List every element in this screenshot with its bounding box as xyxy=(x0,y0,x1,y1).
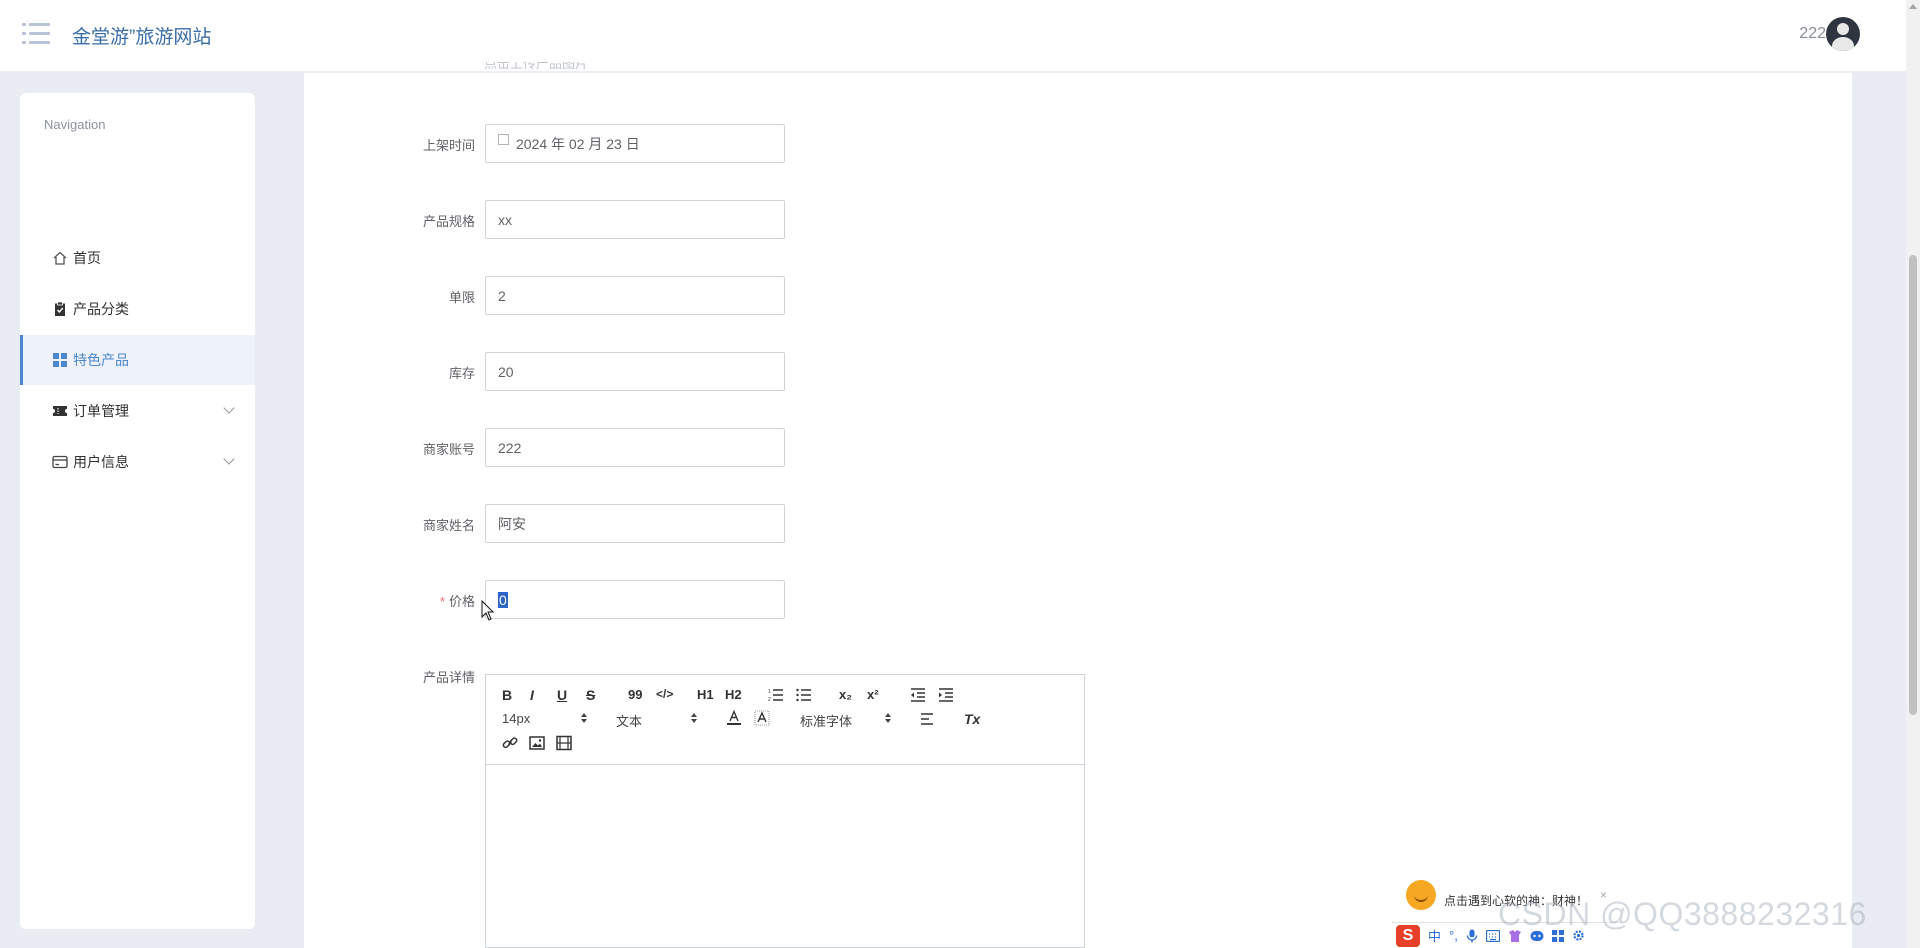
sidebar-item-category[interactable]: 产品分类 xyxy=(20,284,255,334)
outdent-icon[interactable] xyxy=(910,688,926,702)
ticket-icon xyxy=(52,403,68,419)
label-stock: 库存 xyxy=(448,366,475,381)
chevron-down-icon xyxy=(223,402,235,414)
select-arrows-icon xyxy=(885,713,891,723)
page-scrollbar[interactable] xyxy=(1906,0,1920,948)
calendar-icon xyxy=(498,134,509,145)
chevron-down-icon xyxy=(223,453,235,465)
mouse-cursor-icon xyxy=(481,600,495,621)
video-icon[interactable] xyxy=(556,735,572,751)
sogou-logo-icon[interactable]: S xyxy=(1396,924,1420,947)
spec-input[interactable]: xx xyxy=(485,200,785,239)
text-color-icon[interactable] xyxy=(726,710,742,726)
label-price-text: 价格 xyxy=(448,594,475,609)
sidebar: Navigation 首页 产品分类 特色产品 订单管理 用户信息 xyxy=(20,93,255,929)
image-icon[interactable] xyxy=(529,735,545,751)
grid-icon xyxy=(52,352,68,368)
sidebar-item-orders[interactable]: 订单管理 xyxy=(20,386,255,436)
price-value: 0 xyxy=(498,591,508,608)
label-limit: 单限 xyxy=(448,290,475,305)
sidebar-item-label: 特色产品 xyxy=(73,352,129,368)
svg-text:1: 1 xyxy=(768,689,771,695)
scrollbar-thumb[interactable] xyxy=(1909,255,1917,715)
stock-value: 20 xyxy=(498,363,514,380)
scroll-up-icon[interactable] xyxy=(1909,4,1917,9)
microphone-icon[interactable] xyxy=(1466,929,1478,943)
merchant-name-input[interactable]: 阿安 xyxy=(485,504,785,543)
avatar[interactable] xyxy=(1826,17,1860,51)
select-arrows-icon xyxy=(691,713,697,723)
sidebar-item-featured[interactable]: 特色产品 xyxy=(20,335,255,385)
listing-date-input[interactable]: 2024 年 02 月 23 日 xyxy=(485,124,785,163)
subscript-button[interactable]: x₂ xyxy=(839,687,852,702)
home-icon xyxy=(52,250,68,266)
clear-format-button[interactable]: Tx xyxy=(964,711,980,727)
card-icon xyxy=(52,454,68,470)
rich-text-editor: B I U S 99 </> H1 H2 12 x₂ x² 14px 文本 标准… xyxy=(485,674,1085,948)
sidebar-item-label: 产品分类 xyxy=(73,301,129,317)
merchant-account-value: 222 xyxy=(498,439,522,456)
limit-value: 2 xyxy=(498,287,506,304)
merchant-name-value: 阿安 xyxy=(498,515,526,532)
bullet-list-icon[interactable] xyxy=(796,688,812,702)
bold-button[interactable]: B xyxy=(502,687,512,703)
watermark: CSDN @QQ3888232316 xyxy=(1498,896,1867,932)
sidebar-item-home[interactable]: 首页 xyxy=(20,233,255,283)
nav-heading: Navigation xyxy=(44,117,106,132)
italic-button[interactable]: I xyxy=(530,687,534,703)
indent-icon[interactable] xyxy=(938,688,954,702)
link-icon[interactable] xyxy=(502,735,518,751)
font-size-select[interactable]: 14px xyxy=(502,711,530,726)
background-color-icon[interactable] xyxy=(754,710,770,726)
user-name[interactable]: 222 xyxy=(1799,25,1826,43)
select-arrows-icon xyxy=(581,713,587,723)
label-spec: 产品规格 xyxy=(422,214,475,229)
label-detail: 产品详情 xyxy=(422,670,475,685)
limit-input[interactable]: 2 xyxy=(485,276,785,315)
ordered-list-icon[interactable]: 12 xyxy=(768,688,784,702)
blockquote-button[interactable]: 99 xyxy=(628,687,642,702)
ime-language-toggle[interactable]: 中 xyxy=(1428,926,1441,945)
svg-text:2: 2 xyxy=(768,697,771,702)
top-header: 金堂游”旅游网站 222 xyxy=(0,0,1906,72)
upload-hint-text: 点击上传产品图片 xyxy=(484,62,589,70)
app-title: 金堂游”旅游网站 xyxy=(72,27,212,48)
h2-button[interactable]: H2 xyxy=(725,687,742,702)
editor-toolbar: B I U S 99 </> H1 H2 12 x₂ x² 14px 文本 标准… xyxy=(486,675,1084,765)
label-merchant-account: 商家账号 xyxy=(422,442,475,457)
underline-button[interactable]: U xyxy=(557,687,567,703)
required-mark: * xyxy=(439,594,445,609)
font-family-select[interactable]: 标准字体 xyxy=(800,711,852,730)
price-input[interactable]: 0 xyxy=(485,580,785,619)
sidebar-item-label: 订单管理 xyxy=(73,403,129,419)
page-background xyxy=(1852,73,1906,948)
sidebar-item-users[interactable]: 用户信息 xyxy=(20,437,255,487)
h1-button[interactable]: H1 xyxy=(697,687,714,702)
sidebar-item-label: 用户信息 xyxy=(73,454,129,470)
listing-date-value: 2024 年 02 月 23 日 xyxy=(516,135,640,152)
superscript-button[interactable]: x² xyxy=(867,687,879,702)
merchant-account-input[interactable]: 222 xyxy=(485,428,785,467)
strike-button[interactable]: S xyxy=(586,687,595,703)
label-listing-date: 上架时间 xyxy=(422,138,475,153)
label-merchant-name: 商家姓名 xyxy=(422,518,475,533)
editor-content-area[interactable] xyxy=(486,765,1084,947)
stock-input[interactable]: 20 xyxy=(485,352,785,391)
spec-value: xx xyxy=(498,211,512,228)
menu-toggle-icon[interactable] xyxy=(22,22,50,46)
format-select[interactable]: 文本 xyxy=(616,711,642,730)
clipboard-icon xyxy=(52,301,68,317)
label-price: * 价格 xyxy=(355,591,475,610)
sun-mascot-icon xyxy=(1406,880,1436,910)
code-block-button[interactable]: </> xyxy=(656,687,673,701)
sidebar-item-label: 首页 xyxy=(73,250,101,266)
align-left-icon[interactable] xyxy=(920,712,936,726)
ime-punctuation-toggle[interactable]: °, xyxy=(1449,928,1458,943)
